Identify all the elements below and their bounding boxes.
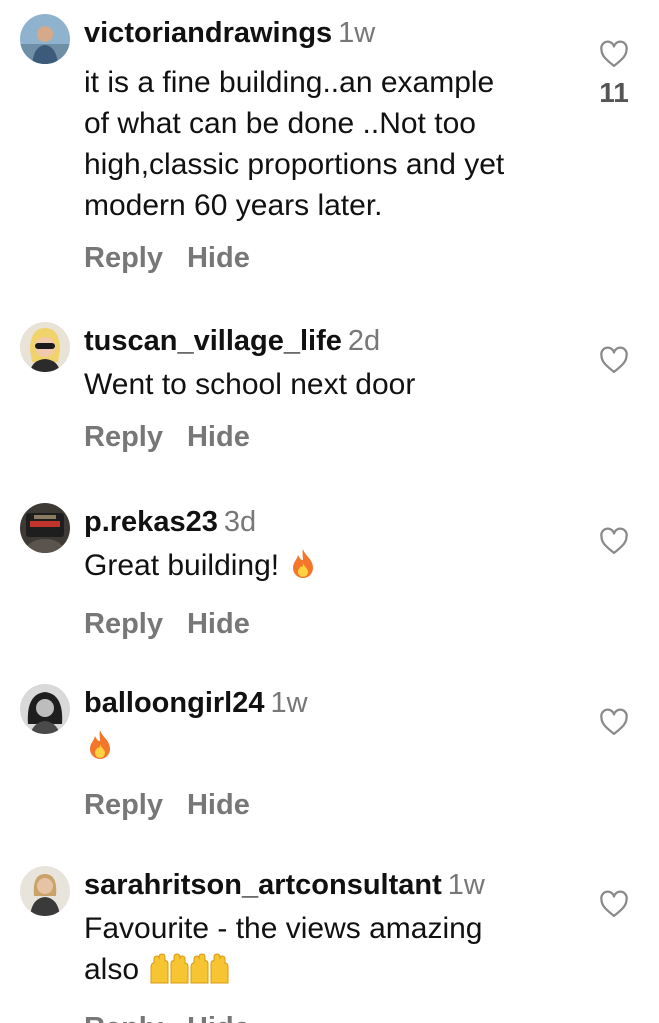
reply-button[interactable]: Reply [84,606,163,642]
timestamp: 1w [270,687,308,719]
comment-text: it is a fine building..an example of wha… [84,62,584,226]
comment-line: also [84,953,140,986]
comment-line: Great building! [84,549,280,582]
comment-actions: Reply Hide [84,1010,584,1023]
comment-body: victoriandrawings 1w it is a fine buildin… [84,14,584,276]
username[interactable]: p.rekas23 [84,506,218,538]
comment-line: Favourite - the views amazing [84,912,483,945]
avatar[interactable] [20,322,70,372]
username[interactable]: balloongirl24 [84,687,264,719]
comment-meta: sarahritson_artconsultant 1w [84,866,584,904]
like-control [597,708,631,736]
reply-button[interactable]: Reply [84,240,163,276]
fire-emoji [287,547,319,592]
hide-button[interactable]: Hide [187,419,250,455]
comments-list: victoriandrawings 1w it is a fine buildin… [0,0,659,1023]
avatar[interactable] [20,14,70,64]
reply-button[interactable]: Reply [84,1010,163,1023]
like-control [597,527,631,555]
comment-line: Went to school next door [84,368,416,401]
comment-line: it is a fine building..an example [84,66,495,99]
comment-text: Favourite - the views amazing also [84,908,584,996]
timestamp: 1w [338,17,376,49]
heart-outline-icon[interactable] [599,890,629,918]
like-control [597,890,631,918]
comment-body: sarahritson_artconsultant 1w Favourite - … [84,866,584,1023]
heart-outline-icon[interactable] [599,527,629,555]
heart-outline-icon[interactable] [599,40,629,68]
hide-button[interactable]: Hide [187,606,250,642]
comment-actions: Reply Hide [84,419,584,455]
username[interactable]: victoriandrawings [84,17,332,49]
like-control [597,346,631,374]
comment-body: tuscan_village_life 2d Went to school nex… [84,322,584,455]
comment-actions: Reply Hide [84,606,584,642]
timestamp: 2d [347,325,381,357]
comment-meta: tuscan_village_life 2d [84,322,584,360]
comment-line: of what can be done ..Not too [84,107,476,140]
reply-button[interactable]: Reply [84,787,163,823]
comment-meta: p.rekas23 3d [84,503,584,541]
like-control: 11 [597,40,631,110]
raising-hands-emoji [147,951,231,996]
comment-actions: Reply Hide [84,787,584,823]
avatar[interactable] [20,684,70,734]
comment-text: Went to school next door [84,364,584,405]
username[interactable]: sarahritson_artconsultant [84,869,442,901]
comment-line: modern 60 years later. [84,189,383,222]
comment-actions: Reply Hide [84,240,584,276]
comment-meta: victoriandrawings 1w [84,14,584,52]
reply-button[interactable]: Reply [84,419,163,455]
like-count: 11 [599,77,629,108]
comment-line: high,classic proportions and yet [84,148,505,181]
timestamp: 3d [223,506,257,538]
timestamp: 1w [447,869,485,901]
hide-button[interactable]: Hide [187,1010,250,1023]
avatar[interactable] [20,866,70,916]
comment-body: balloongirl24 1w Reply Hide [84,684,584,823]
avatar[interactable] [20,503,70,553]
heart-outline-icon[interactable] [599,346,629,374]
comment-body: p.rekas23 3d Great building! Reply Hide [84,503,584,642]
hide-button[interactable]: Hide [187,240,250,276]
fire-emoji [84,728,116,773]
comment-text [84,726,584,773]
comment-meta: balloongirl24 1w [84,684,584,722]
heart-outline-icon[interactable] [599,708,629,736]
hide-button[interactable]: Hide [187,787,250,823]
username[interactable]: tuscan_village_life [84,325,342,357]
comment-text: Great building! [84,545,584,592]
